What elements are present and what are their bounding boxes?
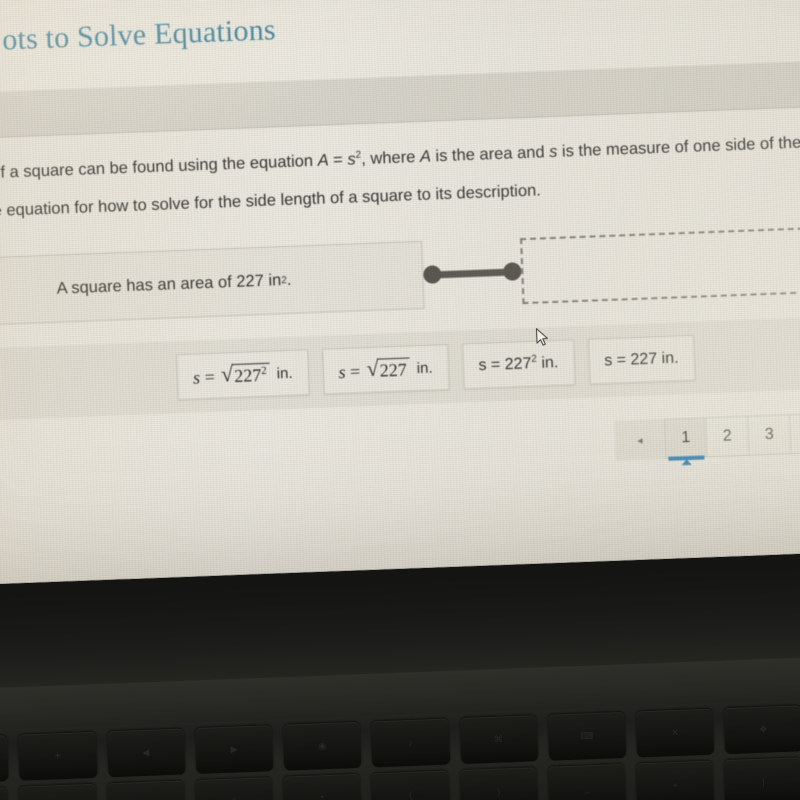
tile-text: s = 227 in. <box>603 350 679 370</box>
connector-knob-left[interactable] <box>423 265 442 284</box>
tile-227-squared[interactable]: s = 2272 in. <box>461 339 576 390</box>
page-title: ots to Solve Equations <box>1 13 277 57</box>
tile-unit: in. <box>276 364 293 382</box>
tile-unit: in. <box>536 354 559 373</box>
key-glyph: _ <box>584 783 590 794</box>
key-glyph: ◉ <box>318 740 327 751</box>
keyboard-key[interactable]: ( <box>371 770 450 800</box>
laptop-screen: ots to Solve Equations of a square can b… <box>0 0 800 588</box>
pagination-page-2[interactable]: 2 <box>706 415 750 458</box>
keyboard-key[interactable]: + <box>635 760 715 800</box>
keyboard-key[interactable]: ▶ <box>194 725 274 775</box>
keyboard-key[interactable]: ^ <box>106 780 186 800</box>
keyboard-key[interactable]: & <box>194 777 274 800</box>
tile-equals: = <box>204 366 216 387</box>
key-glyph: ❖ <box>759 724 768 735</box>
connector-knob-right[interactable] <box>503 262 522 281</box>
tile-expression: s = 2272 in. <box>478 353 559 375</box>
tile-var-s: s <box>338 361 346 382</box>
pagination-prev-icon[interactable]: ◂ <box>614 418 666 461</box>
var-A-2: A <box>419 147 432 166</box>
mouse-cursor-icon <box>535 327 550 348</box>
tile-sqrt-227[interactable]: s = √ 227 in. <box>321 343 450 395</box>
radical-icon: √ 227 <box>366 355 411 381</box>
keyboard-key[interactable]: ⌘ <box>459 715 539 765</box>
radicand: 2272 <box>231 362 271 386</box>
equals-sign: = <box>328 150 348 170</box>
prompt-text: A square has an area of 227 in <box>56 270 282 298</box>
keyboard-key[interactable]: % <box>18 783 98 800</box>
keyboard-key[interactable]: ❖ <box>723 705 800 755</box>
keyboard-key[interactable]: * <box>282 773 362 800</box>
keyboard-key[interactable]: ) <box>459 767 539 800</box>
radicand: 227 <box>377 356 411 381</box>
radicand-value: 227 <box>233 364 262 386</box>
answer-tile-tray: s = √ 2272 in. s = √ 227 in. s = 2272 in. … <box>0 311 800 424</box>
link-connector-icon[interactable] <box>423 261 522 285</box>
key-glyph: ◀ <box>142 747 150 758</box>
pagination-page-1[interactable]: 1 <box>664 417 708 466</box>
page-title-band: ots to Solve Equations <box>0 0 800 74</box>
pagination-page-3[interactable]: 3 <box>748 414 792 456</box>
laptop-photo: ⚙ ☀ ◀ ▶ ◉ ♪ ⌘ ⌨ ✕ ❖ ▣ $ % ^ & * ( ) _ + … <box>0 0 800 800</box>
active-page-caret-icon <box>681 458 692 466</box>
pagination: ◂ 1 2 3 4 5 Next <box>0 407 800 487</box>
tile-227[interactable]: s = 227 in. <box>587 334 696 385</box>
key-glyph: ✕ <box>671 727 680 738</box>
toolbar-band <box>0 55 800 142</box>
keyboard-key[interactable]: _ <box>547 763 627 800</box>
tile-expression: s = 227 in. <box>604 349 679 371</box>
var-A: A <box>317 151 329 170</box>
prompt-card[interactable]: A square has an area of 227 in 2. <box>0 240 425 325</box>
key-glyph: | <box>761 776 765 787</box>
instruction-text-a: of a square can be found using the equat… <box>0 151 318 182</box>
key-glyph: ▶ <box>230 743 238 755</box>
tile-text: s = 227 <box>478 355 532 375</box>
keyboard-key[interactable]: ☀ <box>18 731 98 781</box>
answer-dropzone[interactable] <box>520 219 800 305</box>
key-glyph: ⌨ <box>580 730 594 742</box>
pagination-page-label: 1 <box>681 428 691 447</box>
tile-equals: = <box>349 360 361 382</box>
keyboard-key[interactable]: | <box>723 757 800 800</box>
key-glyph: ⚙ <box>0 753 8 767</box>
key-glyph: & <box>195 795 273 800</box>
prompt-period: . <box>286 270 292 289</box>
keyboard-key[interactable]: $ <box>0 787 9 800</box>
tile-unit: in. <box>416 359 433 377</box>
keyboard-key[interactable]: ⌨ <box>547 711 627 761</box>
key-glyph: * <box>320 793 325 800</box>
radical-sign: √ <box>366 355 380 381</box>
key-glyph: ⌘ <box>493 734 504 745</box>
radicand-value: 227 <box>379 359 408 381</box>
pagination-page-4[interactable]: 4 <box>789 412 800 455</box>
keyboard-key[interactable]: ✕ <box>635 708 715 758</box>
keyboard-key[interactable]: ◀ <box>106 728 186 778</box>
tile-var-s: s <box>192 366 201 388</box>
tile-expression: s = √ 227 <box>338 355 412 383</box>
instruction-text-c: is the area and <box>430 143 550 166</box>
instruction-text-b: , where <box>360 147 421 169</box>
radicand-exponent: 2 <box>260 364 267 377</box>
key-glyph: ) <box>496 786 501 797</box>
key-glyph: + <box>672 779 678 791</box>
keyboard-key[interactable]: ◉ <box>282 721 362 771</box>
instructions: of a square can be found using the equat… <box>0 125 800 227</box>
pagination-group: ◂ 1 2 3 4 5 Next <box>614 408 800 466</box>
tile-sqrt-227-squared[interactable]: s = √ 2272 in. <box>176 349 310 401</box>
instruction-text-d: is the measure of one side of the squ <box>561 132 800 161</box>
radical-sign: √ <box>220 360 234 387</box>
radical-icon: √ 2272 <box>220 360 271 387</box>
key-glyph: ☀ <box>53 750 62 761</box>
matching-row: A square has an area of 227 in 2. <box>0 217 800 331</box>
key-glyph: ♪ <box>408 737 413 749</box>
key-glyph: ( <box>408 789 413 800</box>
keyboard-key[interactable]: ♪ <box>371 718 450 768</box>
tile-expression: s = √ 2272 <box>192 360 273 388</box>
keyboard-key[interactable]: ⚙ <box>0 735 9 784</box>
